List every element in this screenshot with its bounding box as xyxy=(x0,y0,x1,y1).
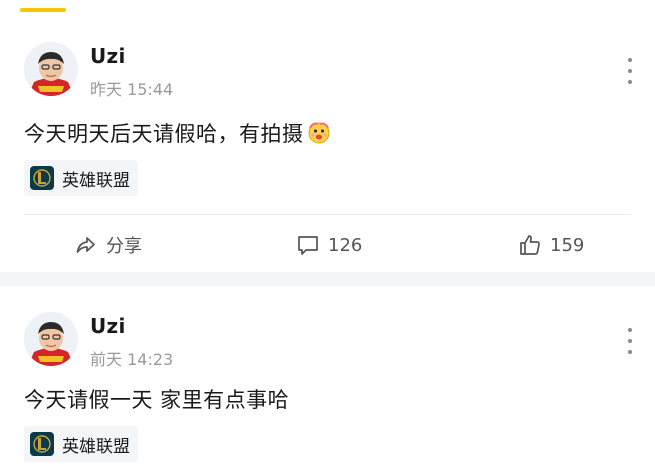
more-dot xyxy=(628,80,632,84)
cheering-emoji-icon xyxy=(306,119,332,150)
more-dot xyxy=(628,350,632,354)
comment-icon xyxy=(298,236,318,255)
divider xyxy=(24,214,631,215)
avatar[interactable] xyxy=(24,42,78,96)
league-of-legends-icon xyxy=(30,166,54,190)
post-time: 前天 14:23 xyxy=(90,350,174,369)
post-text: 今天请假一天 家里有点事哈 xyxy=(24,388,290,412)
topic-tag[interactable]: 英雄联盟 xyxy=(24,426,138,462)
topic-tag[interactable]: 英雄联盟 xyxy=(24,160,138,196)
more-dot xyxy=(628,58,632,62)
share-button[interactable]: 分享 xyxy=(74,230,142,260)
tag-label: 英雄联盟 xyxy=(62,436,130,457)
league-of-legends-icon xyxy=(30,432,54,456)
post-time: 昨天 15:44 xyxy=(90,80,174,99)
post-content: 今天请假一天 家里有点事哈 xyxy=(24,384,289,414)
more-dot xyxy=(628,69,632,73)
share-label: 分享 xyxy=(106,236,142,257)
tag-label: 英雄联盟 xyxy=(62,170,130,191)
share-icon xyxy=(76,237,95,253)
avatar[interactable] xyxy=(24,312,78,366)
comment-count: 126 xyxy=(328,234,363,256)
more-dot xyxy=(628,328,632,332)
comment-button[interactable]: 126 xyxy=(296,230,362,260)
active-tab-indicator xyxy=(20,8,66,12)
action-bar: 分享 126 159 xyxy=(0,230,655,260)
section-separator xyxy=(0,272,655,286)
more-options-button[interactable] xyxy=(620,58,640,84)
post-card: Uzi 昨天 15:44 今天明天后天请假哈，有拍摄 英雄联盟 分享 126 1… xyxy=(0,38,655,268)
post-text: 今天明天后天请假哈，有拍摄 xyxy=(24,122,304,146)
thumbs-up-icon xyxy=(520,235,540,255)
post-content: 今天明天后天请假哈，有拍摄 xyxy=(24,118,332,150)
like-count: 159 xyxy=(550,234,585,256)
author-name[interactable]: Uzi xyxy=(90,44,126,68)
more-dot xyxy=(628,339,632,343)
post-card: Uzi 前天 14:23 今天请假一天 家里有点事哈 英雄联盟 xyxy=(0,308,655,470)
more-options-button[interactable] xyxy=(620,328,640,354)
author-name[interactable]: Uzi xyxy=(90,314,126,338)
like-button[interactable]: 159 xyxy=(518,230,584,260)
